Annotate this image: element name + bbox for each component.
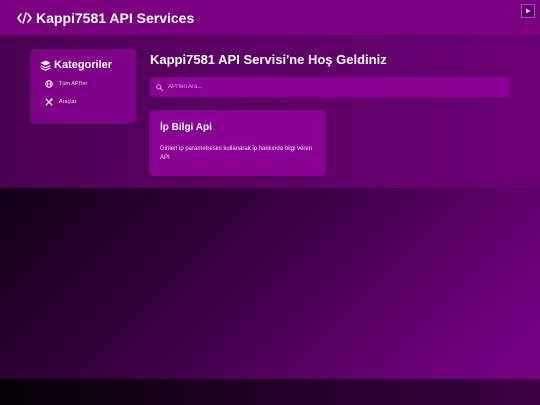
sidebar-title: Kategoriler — [40, 59, 112, 71]
api-card-description: Girilen ip parametresini kullanarak ip h… — [160, 146, 313, 161]
media-button[interactable] — [521, 4, 535, 18]
sidebar-item-tools[interactable]: Araçlar — [45, 98, 76, 106]
sidebar-item-label: Tüm API'ler — [59, 81, 88, 87]
sidebar-title-label: Kategoriler — [54, 59, 113, 71]
search-bar[interactable] — [150, 77, 510, 97]
sidebar-item-all-apis[interactable]: Tüm API'ler — [45, 80, 87, 88]
play-icon — [526, 8, 531, 14]
api-card-title: İp Bilgi Api — [160, 122, 212, 133]
code-icon — [17, 12, 32, 24]
api-card[interactable]: İp Bilgi Api Girilen ip parametresini ku… — [149, 110, 326, 176]
page-footer — [0, 379, 540, 405]
globe-icon — [45, 80, 53, 88]
search-icon — [156, 83, 163, 91]
sidebar-item-label: Araçlar — [59, 99, 77, 105]
brand[interactable]: Kappi7581 API Services — [17, 10, 194, 26]
tools-icon — [45, 98, 53, 106]
layers-icon — [40, 59, 51, 71]
page-title: Kappi7581 API Servisi'ne Hoş Geldiniz — [150, 52, 387, 67]
search-input[interactable] — [168, 84, 488, 90]
app-title: Kappi7581 API Services — [36, 10, 195, 26]
app-header: Kappi7581 API Services — [0, 0, 540, 35]
